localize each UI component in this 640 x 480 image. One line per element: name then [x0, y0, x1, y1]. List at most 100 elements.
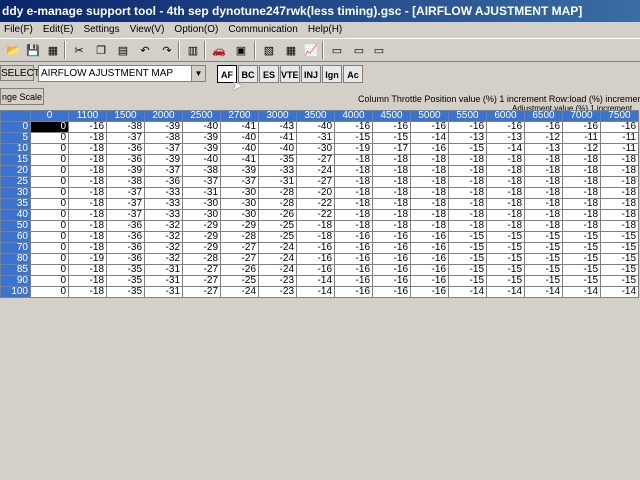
menu-help[interactable]: Help(H): [308, 22, 342, 38]
map-cell[interactable]: -18: [524, 165, 563, 177]
menu-file[interactable]: File(F): [4, 22, 33, 38]
map-cell[interactable]: -37: [106, 198, 145, 210]
map-cell[interactable]: -37: [144, 165, 183, 177]
map-cell[interactable]: 0: [30, 220, 69, 232]
map-cell[interactable]: -15: [524, 264, 563, 276]
map-cell[interactable]: -15: [600, 275, 639, 287]
map-cell[interactable]: -14: [448, 286, 487, 298]
map-cell[interactable]: -31: [144, 286, 183, 298]
map-cell[interactable]: -18: [600, 209, 639, 221]
row-header[interactable]: 0: [0, 121, 31, 133]
map-cell[interactable]: 0: [30, 187, 69, 199]
row-header[interactable]: 100: [0, 286, 31, 298]
map-cell[interactable]: -16: [334, 253, 373, 265]
map-cell[interactable]: -16: [334, 242, 373, 254]
map-cell[interactable]: 0: [30, 286, 69, 298]
map-cell[interactable]: -40: [220, 132, 259, 144]
menu-edit[interactable]: Edit(E): [43, 22, 74, 38]
map-cell[interactable]: 0: [30, 209, 69, 221]
map-cell[interactable]: -18: [410, 187, 449, 199]
map-cell[interactable]: -18: [68, 275, 107, 287]
map-cell[interactable]: -15: [524, 231, 563, 243]
map-cell[interactable]: -18: [68, 165, 107, 177]
map-cell[interactable]: -16: [68, 121, 107, 133]
column-header[interactable]: 6000: [486, 110, 525, 122]
column-header[interactable]: 2700: [220, 110, 259, 122]
map-cell[interactable]: -18: [486, 154, 525, 166]
map-cell[interactable]: -31: [258, 176, 297, 188]
map-cell[interactable]: -37: [182, 176, 221, 188]
map-cell[interactable]: -15: [486, 253, 525, 265]
menu-communication[interactable]: Communication: [228, 22, 297, 38]
map-cell[interactable]: -24: [296, 165, 335, 177]
column-header[interactable]: 7000: [562, 110, 601, 122]
cut-icon[interactable]: ✂: [70, 41, 88, 59]
map-cell[interactable]: -39: [220, 165, 259, 177]
map-cell[interactable]: -18: [562, 176, 601, 188]
map-cell[interactable]: -27: [296, 176, 335, 188]
map-cell[interactable]: -13: [486, 132, 525, 144]
map-cell[interactable]: -15: [600, 264, 639, 276]
map-cell[interactable]: -23: [258, 275, 297, 287]
map-cell[interactable]: -30: [296, 143, 335, 155]
chevron-down-icon[interactable]: ▼: [191, 66, 205, 81]
map-cell[interactable]: 0: [30, 176, 69, 188]
map-cell[interactable]: -18: [410, 209, 449, 221]
map-cell[interactable]: -38: [106, 121, 145, 133]
map-cell[interactable]: -15: [486, 275, 525, 287]
column-header[interactable]: 7500: [600, 110, 639, 122]
map-cell[interactable]: -29: [182, 220, 221, 232]
map-cell[interactable]: -18: [524, 209, 563, 221]
map-cell[interactable]: -16: [334, 264, 373, 276]
map-cell[interactable]: -39: [144, 154, 183, 166]
map-cell[interactable]: -16: [448, 121, 487, 133]
data-icon[interactable]: ▭: [328, 41, 346, 59]
map-cell[interactable]: -18: [524, 176, 563, 188]
map-cell[interactable]: -18: [372, 209, 411, 221]
row-header[interactable]: 80: [0, 253, 31, 265]
map-cell[interactable]: -18: [68, 231, 107, 243]
map-cell[interactable]: -15: [524, 242, 563, 254]
row-header[interactable]: 20: [0, 165, 31, 177]
map-cell[interactable]: -32: [144, 242, 183, 254]
map-dropdown[interactable]: AIRFLOW AJUSTMENT MAP ▼: [38, 65, 206, 82]
column-header[interactable]: 3500: [296, 110, 335, 122]
map-cell[interactable]: -15: [448, 264, 487, 276]
map-cell[interactable]: -12: [562, 143, 601, 155]
map-cell[interactable]: -18: [486, 209, 525, 221]
map-cell[interactable]: -18: [68, 264, 107, 276]
map-cell[interactable]: -35: [106, 275, 145, 287]
map-cell[interactable]: 0: [30, 275, 69, 287]
column-header[interactable]: 0: [30, 110, 69, 122]
map-cell[interactable]: -18: [334, 209, 373, 221]
save-icon[interactable]: 💾: [24, 41, 42, 59]
mode-es-button[interactable]: ES: [259, 65, 279, 83]
map-cell[interactable]: -37: [106, 187, 145, 199]
map-cell[interactable]: -29: [182, 231, 221, 243]
map-cell[interactable]: -11: [562, 132, 601, 144]
map-cell[interactable]: -18: [524, 187, 563, 199]
map-cell[interactable]: -30: [182, 198, 221, 210]
copy-icon[interactable]: ❐: [92, 41, 110, 59]
row-header[interactable]: 70: [0, 242, 31, 254]
map-cell[interactable]: -18: [410, 198, 449, 210]
map-cell[interactable]: -16: [600, 121, 639, 133]
map-cell[interactable]: -40: [182, 121, 221, 133]
map-cell[interactable]: -16: [334, 275, 373, 287]
map-cell[interactable]: -27: [220, 253, 259, 265]
map-cell[interactable]: -29: [220, 220, 259, 232]
map-cell[interactable]: -15: [600, 231, 639, 243]
row-header[interactable]: 10: [0, 143, 31, 155]
map-cell[interactable]: -30: [220, 187, 259, 199]
map-cell[interactable]: -18: [448, 187, 487, 199]
map-cell[interactable]: -40: [182, 154, 221, 166]
map-cell[interactable]: -16: [410, 253, 449, 265]
map-cell[interactable]: -33: [258, 165, 297, 177]
table-icon[interactable]: ▦: [282, 41, 300, 59]
map-cell[interactable]: -16: [410, 143, 449, 155]
car-icon[interactable]: 🚗: [210, 41, 228, 59]
map-cell[interactable]: -32: [144, 220, 183, 232]
map-cell[interactable]: -18: [448, 165, 487, 177]
map-cell[interactable]: -18: [68, 154, 107, 166]
map-cell[interactable]: -36: [106, 242, 145, 254]
